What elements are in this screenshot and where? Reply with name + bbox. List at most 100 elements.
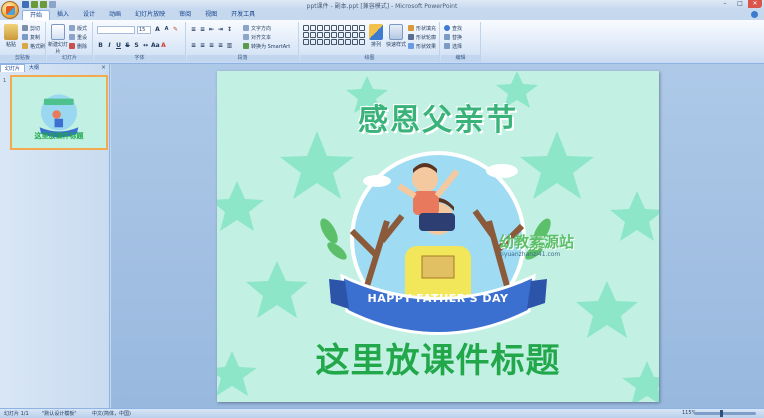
font-size-combo[interactable]: 15 bbox=[137, 26, 151, 34]
reset-button[interactable]: 重设 bbox=[69, 33, 87, 41]
zoom-slider-thumb[interactable] bbox=[720, 410, 723, 417]
align-center-icon[interactable]: ≡ bbox=[199, 42, 206, 49]
shadow-icon[interactable]: S bbox=[133, 42, 140, 49]
group-clipboard: 粘贴 剪切 复制 格式刷 剪贴板 bbox=[0, 22, 46, 62]
shape-icon bbox=[352, 32, 358, 38]
shape-outline-button[interactable]: 形状轮廓 bbox=[408, 33, 436, 41]
shape-icon bbox=[331, 25, 337, 31]
arrange-label: 排列 bbox=[370, 42, 381, 48]
new-slide-button[interactable]: 新建幻灯片 bbox=[48, 24, 68, 55]
shape-icon bbox=[310, 32, 316, 38]
zoom-slider[interactable] bbox=[694, 410, 756, 417]
shapes-gallery[interactable] bbox=[303, 25, 365, 45]
justify-icon[interactable]: ≡ bbox=[217, 42, 224, 49]
tab-slides[interactable]: 幻灯片 bbox=[0, 64, 26, 72]
editing-group-label: 编辑 bbox=[441, 55, 480, 62]
minimize-button[interactable]: – bbox=[718, 0, 732, 8]
slide-editor: 感恩父亲节 HAPPY FATHER'S DAY 幼教素源站 ziyuanzha… bbox=[111, 64, 764, 408]
close-button[interactable]: ✕ bbox=[748, 0, 762, 8]
bold-icon[interactable]: B bbox=[97, 42, 104, 49]
window-controls: – □ ✕ bbox=[718, 0, 762, 8]
grow-font-icon[interactable]: A bbox=[154, 26, 161, 33]
tab-insert[interactable]: 插入 bbox=[50, 10, 76, 20]
align-text-button[interactable]: 对齐文本 bbox=[243, 33, 271, 41]
tab-design[interactable]: 设计 bbox=[76, 10, 102, 20]
replace-button[interactable]: 替换 bbox=[444, 33, 462, 41]
copy-icon bbox=[22, 34, 28, 40]
italic-icon[interactable]: I bbox=[106, 42, 113, 49]
numbering-icon[interactable]: ≡ bbox=[199, 26, 206, 33]
shape-icon bbox=[303, 39, 309, 45]
cut-button[interactable]: 剪切 bbox=[22, 24, 40, 32]
select-label: 选择 bbox=[452, 43, 463, 50]
underline-icon[interactable]: U bbox=[115, 42, 122, 49]
child-shirt bbox=[413, 191, 439, 215]
find-icon bbox=[444, 25, 450, 31]
shape-icon bbox=[352, 25, 358, 31]
drawing-group-label: 绘图 bbox=[300, 55, 439, 62]
star-icon bbox=[576, 281, 638, 338]
change-case-icon[interactable]: Aa bbox=[151, 42, 160, 49]
tab-slideshow[interactable]: 幻灯片放映 bbox=[128, 10, 172, 20]
tab-animations[interactable]: 动画 bbox=[102, 10, 128, 20]
star-icon bbox=[520, 131, 594, 199]
clear-format-icon[interactable]: ✎ bbox=[172, 26, 179, 33]
tab-review[interactable]: 审阅 bbox=[172, 10, 198, 20]
format-painter-button[interactable]: 格式刷 bbox=[22, 42, 45, 50]
font-name-combo[interactable] bbox=[97, 26, 135, 34]
shape-icon bbox=[317, 25, 323, 31]
language-indicator[interactable]: 中文(简体，中国) bbox=[92, 410, 131, 417]
strikethrough-icon[interactable]: S bbox=[124, 42, 131, 49]
find-button[interactable]: 查找 bbox=[444, 24, 462, 32]
shape-icon bbox=[359, 32, 365, 38]
replace-label: 替换 bbox=[452, 34, 463, 41]
shape-icon bbox=[303, 25, 309, 31]
columns-icon[interactable]: ▥ bbox=[226, 42, 233, 49]
quick-styles-button[interactable]: 快速样式 bbox=[386, 24, 406, 48]
layout-button[interactable]: 版式 bbox=[69, 24, 87, 32]
delete-slide-button[interactable]: 删除 bbox=[69, 42, 87, 50]
shape-icon bbox=[359, 39, 365, 45]
child-pants bbox=[419, 213, 455, 231]
align-left-icon[interactable]: ≡ bbox=[190, 42, 197, 49]
increase-indent-icon[interactable]: ⇥ bbox=[217, 26, 224, 33]
shape-effects-button[interactable]: 形状效果 bbox=[408, 42, 436, 50]
arrange-button[interactable]: 排列 bbox=[366, 24, 386, 48]
decrease-indent-icon[interactable]: ⇤ bbox=[208, 26, 215, 33]
align-right-icon[interactable]: ≡ bbox=[208, 42, 215, 49]
layout-icon bbox=[69, 25, 75, 31]
star-icon bbox=[246, 261, 308, 318]
close-panel-icon[interactable]: × bbox=[101, 64, 106, 71]
shape-icon bbox=[338, 32, 344, 38]
paste-button[interactable]: 粘贴 bbox=[1, 24, 21, 48]
smartart-button[interactable]: 转换为 SmartArt bbox=[243, 42, 290, 50]
heading-art: 感恩父亲节 bbox=[358, 103, 518, 138]
help-icon[interactable] bbox=[751, 11, 758, 18]
shape-fill-button[interactable]: 形状填充 bbox=[408, 24, 436, 32]
maximize-button[interactable]: □ bbox=[733, 0, 747, 8]
scissors-icon bbox=[22, 25, 28, 31]
smartart-label: 转换为 SmartArt bbox=[251, 43, 291, 50]
font-color-icon[interactable]: A bbox=[160, 42, 167, 49]
bullets-icon[interactable]: ≡ bbox=[190, 26, 197, 33]
replace-icon bbox=[444, 34, 450, 40]
tab-outline[interactable]: 大纲 bbox=[25, 64, 43, 72]
office-button[interactable] bbox=[1, 1, 19, 19]
tab-developer[interactable]: 开发工具 bbox=[224, 10, 262, 20]
slide-thumbnail[interactable]: 这里放课件标题 bbox=[10, 75, 108, 150]
layout-label: 版式 bbox=[77, 25, 88, 32]
shrink-font-icon[interactable]: A bbox=[163, 26, 170, 33]
align-row: ≡ ≡ ≡ ≡ ▥ bbox=[190, 42, 233, 49]
tab-home[interactable]: 开始 bbox=[22, 10, 51, 20]
slide-title[interactable]: 这里放课件标题 bbox=[217, 333, 659, 382]
char-spacing-icon[interactable]: ↔ bbox=[142, 42, 149, 49]
select-button[interactable]: 选择 bbox=[444, 42, 462, 50]
tab-view[interactable]: 视图 bbox=[198, 10, 224, 20]
text-direction-button[interactable]: 文字方向 bbox=[243, 24, 271, 32]
shape-icon bbox=[303, 32, 309, 38]
slide-canvas[interactable]: 感恩父亲节 HAPPY FATHER'S DAY 幼教素源站 ziyuanzha… bbox=[217, 71, 659, 402]
line-spacing-icon[interactable]: ↕ bbox=[226, 26, 233, 33]
shape-icon bbox=[317, 39, 323, 45]
copy-button[interactable]: 复制 bbox=[22, 33, 40, 41]
reset-icon bbox=[69, 34, 75, 40]
